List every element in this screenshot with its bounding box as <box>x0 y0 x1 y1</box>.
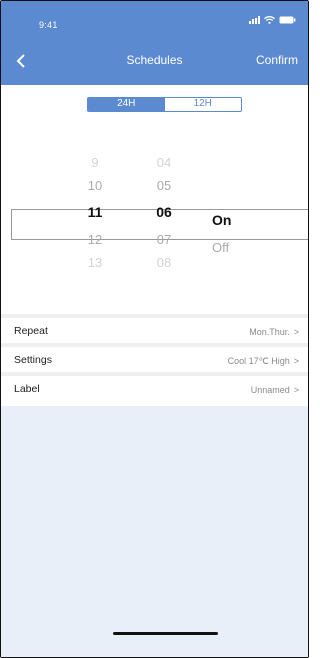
chevron-right-icon: > <box>293 326 299 337</box>
status-icons <box>249 16 296 24</box>
chevron-right-icon: > <box>293 355 299 366</box>
hour-option[interactable]: 9 <box>75 151 115 174</box>
time-format-toggle: 24H 12H <box>87 97 242 112</box>
on-off-wheel[interactable]: On Off <box>210 205 250 259</box>
label-label: Label <box>14 382 40 395</box>
state-option[interactable]: Off <box>210 236 250 259</box>
hour-option[interactable]: 12 <box>75 228 115 251</box>
hour-option[interactable]: 10 <box>75 174 115 197</box>
confirm-button[interactable]: Confirm <box>256 53 298 67</box>
settings-list: Repeat Mon.Thur. > Settings Cool 17℃ High… <box>1 314 308 401</box>
phone-frame: 9:41 Schedules Confirm 24H 12H 9 10 11 1… <box>0 0 309 658</box>
time-format-24h-option[interactable]: 24H <box>88 98 165 111</box>
empty-panel <box>1 406 308 657</box>
repeat-value: Mon.Thur. <box>249 326 290 337</box>
label-row[interactable]: Label Unnamed > <box>1 372 308 401</box>
repeat-label: Repeat <box>14 324 48 337</box>
signal-icon <box>249 16 260 24</box>
minute-option[interactable]: 08 <box>144 251 184 274</box>
settings-value: Cool 17℃ High <box>227 355 290 366</box>
repeat-row[interactable]: Repeat Mon.Thur. > <box>1 314 308 343</box>
home-indicator[interactable] <box>113 632 218 635</box>
settings-row[interactable]: Settings Cool 17℃ High > <box>1 343 308 372</box>
minute-option[interactable]: 04 <box>144 151 184 174</box>
hour-option-selected[interactable]: 11 <box>75 197 115 228</box>
hour-wheel[interactable]: 9 10 11 12 13 <box>75 151 115 274</box>
header-bar: 9:41 Schedules Confirm <box>1 1 308 85</box>
minute-option[interactable]: 05 <box>144 174 184 197</box>
battery-icon <box>279 16 296 24</box>
status-time: 9:41 <box>39 20 58 30</box>
time-picker[interactable]: 9 10 11 12 13 04 05 06 07 08 On Off <box>1 151 308 306</box>
settings-label: Settings <box>14 353 52 366</box>
hour-option[interactable]: 13 <box>75 251 115 274</box>
minute-wheel[interactable]: 04 05 06 07 08 <box>144 151 184 274</box>
wifi-icon <box>264 16 275 24</box>
minute-option[interactable]: 07 <box>144 228 184 251</box>
state-option-selected[interactable]: On <box>210 205 250 236</box>
minute-option-selected[interactable]: 06 <box>144 197 184 228</box>
label-value: Unnamed <box>250 384 290 395</box>
time-format-12h-option[interactable]: 12H <box>164 98 241 111</box>
chevron-right-icon: > <box>293 384 299 395</box>
